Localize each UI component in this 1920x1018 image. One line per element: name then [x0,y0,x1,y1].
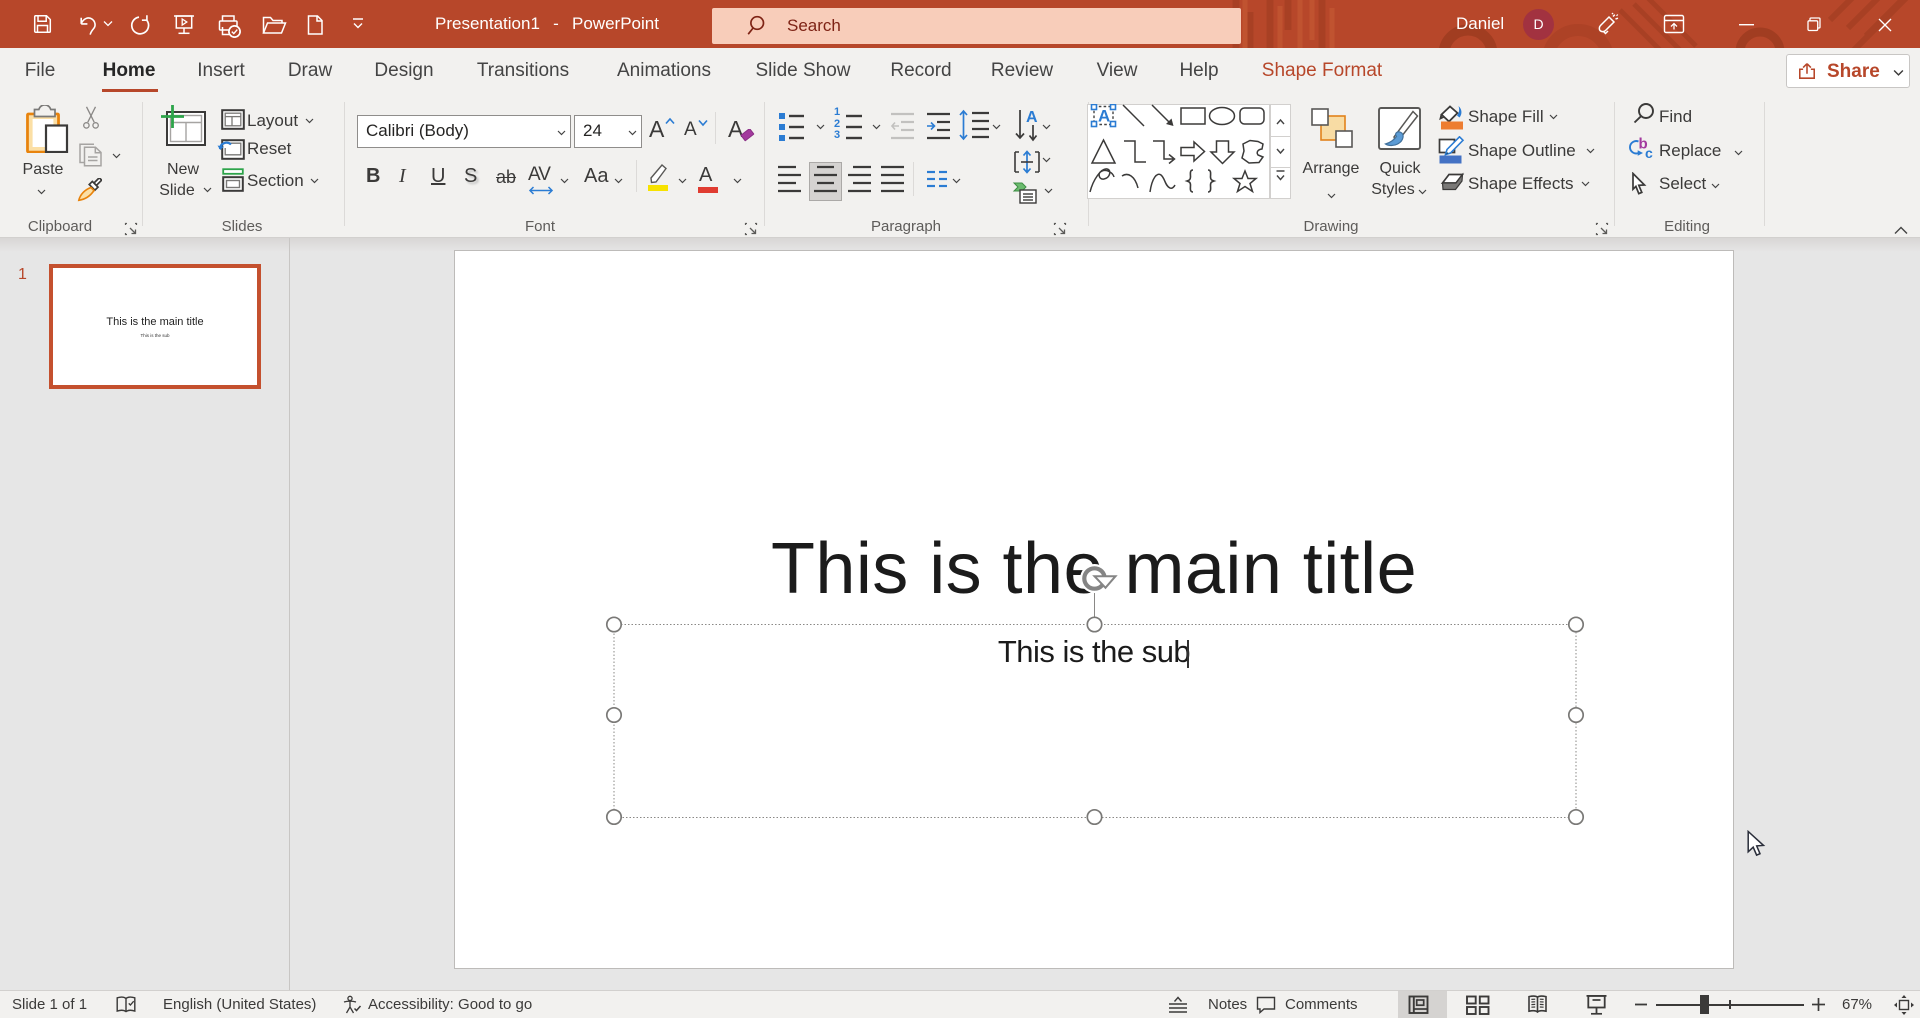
svg-text:A: A [1026,109,1038,126]
svg-text:A: A [1098,107,1110,126]
svg-text:c: c [1645,145,1653,160]
